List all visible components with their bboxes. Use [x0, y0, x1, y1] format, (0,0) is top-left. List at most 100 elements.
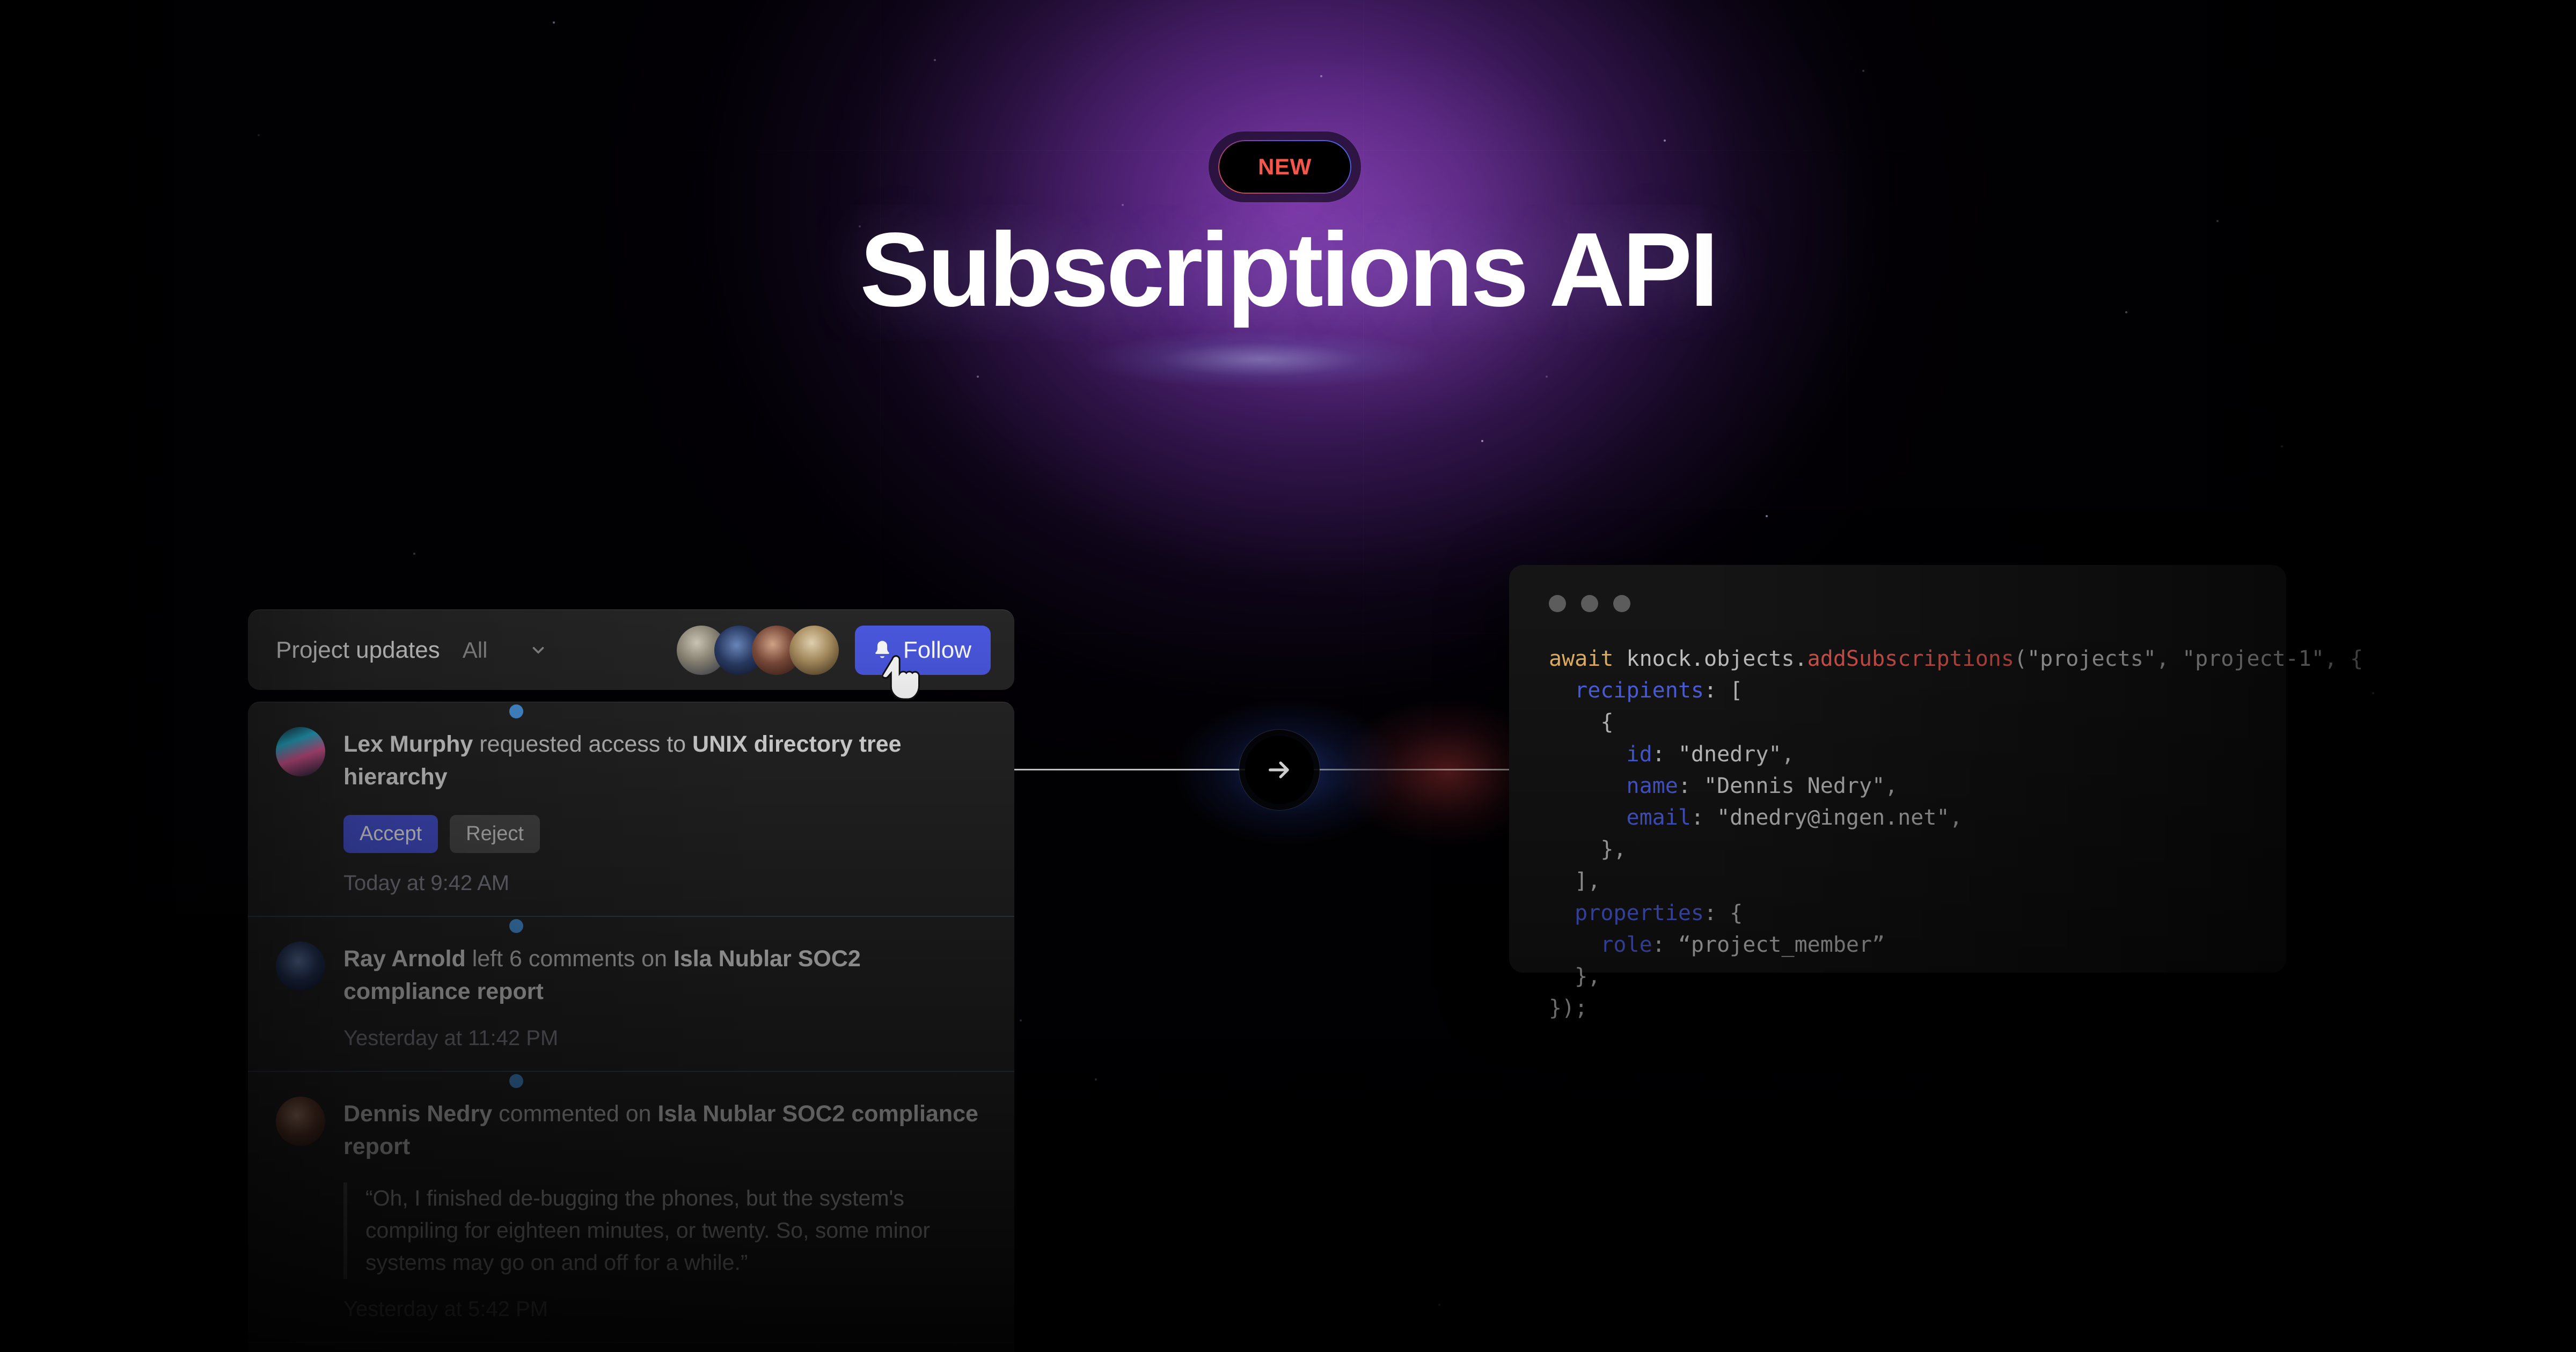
code-token: : — [1652, 932, 1678, 957]
feed-item[interactable]: John Hammond created Isla Nublar SOC2 co… — [248, 1343, 1014, 1352]
feed-header: Project updates All Follow — [248, 609, 1014, 690]
star-speck — [1862, 70, 1864, 72]
reject-button[interactable]: Reject — [450, 815, 540, 854]
accept-button[interactable]: Accept — [343, 815, 438, 854]
code-token: { — [1549, 710, 1614, 735]
code-block: await knock.objects.addSubscriptions("pr… — [1549, 643, 2363, 1024]
code-token: , — [2156, 646, 2183, 671]
code-token: "project-1" — [2182, 646, 2324, 671]
page-stage: NEW Subscriptions API Project updates Al… — [0, 0, 2576, 1352]
window-dot-icon — [1581, 595, 1598, 612]
feed-filter-dropdown[interactable]: All — [463, 637, 548, 663]
code-token: , — [1885, 773, 1898, 798]
feed-item[interactable]: Lex Murphy requested access to UNIX dire… — [248, 702, 1014, 917]
window-dot-icon — [1613, 595, 1630, 612]
code-token: ( — [2014, 646, 2028, 671]
code-token: : — [1678, 773, 1704, 798]
new-badge-inner: NEW — [1219, 141, 1350, 193]
new-badge: NEW — [1209, 131, 1361, 202]
feed-item-row: Dennis Nedry commented on Isla Nublar SO… — [276, 1094, 989, 1321]
code-token: recipients — [1549, 678, 1704, 703]
arrow-right-icon — [1269, 761, 1289, 778]
feed-item-actor: Dennis Nedry — [343, 1101, 493, 1127]
feed-item-timestamp: Yesterday at 5:42 PM — [343, 1297, 548, 1321]
bell-icon — [875, 641, 889, 658]
star-speck — [934, 59, 936, 61]
window-dot-icon — [1549, 595, 1566, 612]
code-token: addSubscriptions — [1807, 646, 2014, 671]
feed-item-row: Ray Arnold left 6 comments on Isla Nubla… — [276, 939, 989, 1050]
code-token: knock.objects. — [1626, 646, 1807, 671]
feed-item-body: Lex Murphy requested access to UNIX dire… — [343, 725, 989, 895]
page-title: Subscriptions API — [860, 211, 1719, 328]
star-speck — [1438, 1304, 1440, 1306]
code-token: : { — [1703, 900, 1743, 925]
star-speck — [1095, 1078, 1097, 1081]
star-speck — [2281, 445, 2283, 447]
feed-item-verb: commented on — [492, 1101, 658, 1127]
code-token: : — [1690, 805, 1717, 830]
feed-header-actions: Follow — [676, 625, 991, 675]
star-speck — [413, 553, 415, 555]
code-token: "dnedry@ingen.net" — [1717, 805, 1950, 830]
feed-item-text: Lex Murphy requested access to UNIX dire… — [343, 728, 989, 793]
window-traffic-lights — [1549, 595, 2254, 612]
follow-button[interactable]: Follow — [854, 625, 991, 675]
code-token: }, — [1549, 837, 1627, 862]
subscriber-avatar-stack[interactable] — [676, 625, 839, 675]
feed-item-actor: Lex Murphy — [343, 731, 473, 757]
star-speck — [258, 134, 260, 136]
code-token: "Dennis Nedry" — [1704, 773, 1885, 798]
new-badge-label: NEW — [1258, 154, 1312, 179]
feed-item-actions: Accept Reject — [343, 815, 989, 854]
star-speck — [1020, 1019, 1022, 1022]
code-token: , — [1949, 805, 1963, 830]
star-speck — [1122, 204, 1124, 206]
feed-item-verb: requested access to — [473, 731, 693, 757]
code-snippet-panel: await knock.objects.addSubscriptions("pr… — [1509, 565, 2363, 1020]
avatar — [276, 942, 325, 991]
code-token: await — [1549, 646, 1627, 671]
feed-item-quote: “Oh, I finished de-bugging the phones, b… — [343, 1182, 989, 1279]
code-token: : [ — [1703, 678, 1743, 703]
feed-item[interactable]: Ray Arnold left 6 comments on Isla Nubla… — [248, 917, 1014, 1072]
star-speck — [553, 21, 555, 24]
notification-feed-panel: Project updates All Follow Lex Murphy re… — [248, 609, 1014, 1352]
feed-item-body: Ray Arnold left 6 comments on Isla Nubla… — [343, 939, 989, 1050]
avatar — [276, 1097, 325, 1147]
unread-indicator-dot — [509, 919, 523, 934]
unread-indicator-dot — [509, 704, 523, 718]
feed-item-timestamp: Today at 9:42 AM — [343, 871, 510, 895]
feed-item-body: Dennis Nedry commented on Isla Nublar SO… — [343, 1094, 989, 1321]
code-token: }, — [1549, 964, 1601, 989]
code-token: , — [1781, 741, 1795, 767]
connector-node — [1245, 736, 1314, 804]
feed-item[interactable]: Dennis Nedry commented on Isla Nublar SO… — [248, 1072, 1014, 1343]
star-speck — [2372, 692, 2374, 694]
feed-item-text: Ray Arnold left 6 comments on Isla Nubla… — [343, 943, 989, 1008]
follow-button-label: Follow — [903, 636, 971, 663]
unread-indicator-dot — [509, 1074, 523, 1089]
feed-filter-value: All — [462, 637, 488, 663]
feed-item-list[interactable]: Lex Murphy requested access to UNIX dire… — [248, 702, 1014, 1352]
star-speck — [1766, 515, 1768, 517]
code-token: "dnedry" — [1678, 741, 1782, 767]
star-speck — [1320, 75, 1322, 77]
code-token: : — [1652, 741, 1678, 767]
code-token: , { — [2324, 646, 2363, 671]
code-token: "projects" — [2027, 646, 2156, 671]
avatar — [276, 727, 325, 776]
code-token: role — [1549, 932, 1652, 957]
feed-item-timestamp: Yesterday at 11:42 PM — [343, 1026, 559, 1050]
avatar — [789, 625, 839, 675]
feed-item-row: Lex Murphy requested access to UNIX dire… — [276, 725, 989, 895]
star-speck — [1546, 376, 1548, 378]
chevron-down-icon — [533, 646, 544, 653]
code-token: name — [1549, 773, 1678, 798]
star-speck — [1664, 139, 1666, 142]
star-speck — [977, 376, 979, 378]
code-token: properties — [1549, 900, 1704, 925]
star-speck — [1481, 440, 1483, 442]
feed-title: Project updates — [276, 636, 440, 663]
code-token: }); — [1549, 996, 1588, 1021]
